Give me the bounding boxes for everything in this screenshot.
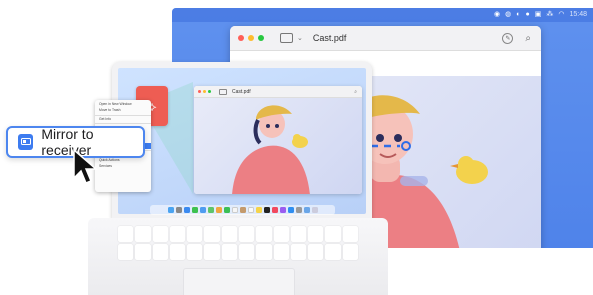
dock bbox=[150, 205, 335, 215]
window-title: Cast.pdf bbox=[312, 33, 347, 43]
wifi-icon[interactable]: ◠ bbox=[558, 11, 564, 19]
chevron-down-icon[interactable]: ⌄ bbox=[297, 34, 303, 42]
menu-item-get-info[interactable]: Get Info bbox=[95, 117, 151, 123]
notes-icon[interactable] bbox=[255, 207, 262, 213]
mouse-pointer-icon bbox=[73, 148, 99, 184]
podcasts-icon[interactable] bbox=[279, 207, 286, 213]
small-close-button[interactable] bbox=[198, 90, 201, 93]
search-icon[interactable]: ⌕ bbox=[525, 33, 531, 44]
menu-item-services[interactable]: Services bbox=[95, 164, 151, 170]
launchpad-icon[interactable] bbox=[175, 207, 182, 213]
small-document-illustration bbox=[194, 98, 362, 194]
maps-icon[interactable] bbox=[207, 207, 214, 213]
small-minimize-button[interactable] bbox=[203, 90, 206, 93]
appstore-icon[interactable] bbox=[287, 207, 294, 213]
contrast-icon[interactable]: ◐ bbox=[516, 11, 520, 19]
safari-icon[interactable] bbox=[183, 207, 190, 213]
close-button[interactable] bbox=[238, 35, 244, 41]
small-search-icon[interactable]: ⌕ bbox=[354, 89, 357, 95]
user-icon[interactable]: ● bbox=[526, 11, 530, 19]
audio-icon[interactable]: ◍ bbox=[505, 11, 511, 19]
facetime-icon[interactable] bbox=[223, 207, 230, 213]
tv-icon[interactable] bbox=[263, 207, 270, 213]
trackpad bbox=[183, 268, 295, 295]
cast-icon[interactable]: ◉ bbox=[494, 11, 500, 19]
laptop-keyboard-base bbox=[88, 218, 388, 295]
menu-separator bbox=[95, 123, 151, 125]
small-character-illustration bbox=[232, 105, 310, 194]
screen-icon[interactable]: ▣ bbox=[535, 11, 542, 19]
small-sidebar-icon[interactable] bbox=[219, 88, 227, 95]
screen-mirror-icon bbox=[18, 134, 34, 150]
finder-icon[interactable] bbox=[167, 207, 174, 213]
small-zoom-button[interactable] bbox=[208, 90, 211, 93]
mail-icon[interactable] bbox=[199, 207, 206, 213]
menu-item-move-to-trash[interactable]: Move to Trash bbox=[95, 108, 151, 114]
menu-bar: ◉ ◍ ◐ ● ▣ ⁂ ◠ 15:48 bbox=[172, 8, 593, 22]
messages-icon[interactable] bbox=[191, 207, 198, 213]
reminders-icon[interactable] bbox=[247, 207, 254, 213]
music-icon[interactable] bbox=[271, 207, 278, 213]
menu-separator bbox=[95, 114, 151, 116]
trash-icon[interactable] bbox=[311, 207, 318, 213]
settings-icon[interactable] bbox=[295, 207, 302, 213]
pdf-viewer-window-small: Cast.pdf ⌕ bbox=[194, 86, 362, 194]
title-bar: ⌄ Cast.pdf ✎ ⌕ bbox=[230, 26, 541, 51]
photos-icon[interactable] bbox=[215, 207, 222, 213]
small-window-title: Cast.pdf bbox=[232, 88, 251, 95]
preview-icon[interactable] bbox=[303, 207, 310, 213]
keyboard bbox=[118, 226, 358, 260]
menu-bar-clock: 15:48 bbox=[569, 11, 587, 18]
contacts-icon[interactable] bbox=[239, 207, 246, 213]
sidebar-toggle-icon[interactable] bbox=[280, 33, 293, 43]
minimize-button[interactable] bbox=[248, 35, 254, 41]
markup-icon[interactable]: ✎ bbox=[502, 32, 514, 44]
zoom-button[interactable] bbox=[258, 35, 264, 41]
calendar-icon[interactable] bbox=[231, 207, 238, 213]
share-icon[interactable]: ⁂ bbox=[546, 11, 553, 19]
small-title-bar: Cast.pdf ⌕ bbox=[194, 86, 362, 98]
